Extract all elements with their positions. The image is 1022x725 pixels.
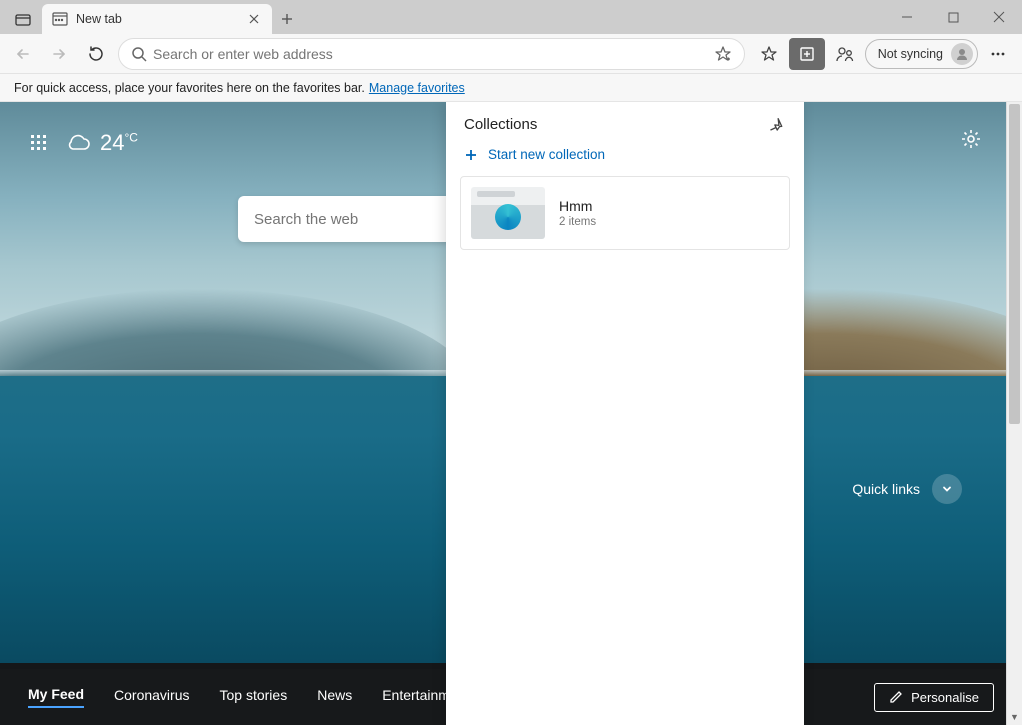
personalise-button[interactable]: Personalise [874, 683, 994, 712]
page-settings-button[interactable] [960, 128, 982, 150]
weather-widget[interactable]: 24°C [64, 130, 138, 156]
back-button [6, 38, 40, 70]
vertical-scrollbar[interactable]: ▼ [1006, 102, 1022, 725]
pencil-icon [889, 690, 903, 704]
app-launcher-icon[interactable] [30, 134, 48, 152]
start-new-collection-button[interactable]: Start new collection [446, 139, 804, 176]
scrollbar-down-arrow[interactable]: ▼ [1007, 709, 1022, 725]
toolbar: Not syncing [0, 34, 1022, 74]
tab-close-icon[interactable] [246, 11, 262, 27]
collection-thumbnail [471, 187, 545, 239]
new-tab-button[interactable] [272, 4, 302, 34]
quick-links-toggle[interactable]: Quick links [852, 474, 962, 504]
window-controls [884, 0, 1022, 34]
chevron-down-icon[interactable] [932, 474, 962, 504]
browser-tab[interactable]: New tab [42, 4, 272, 34]
scrollbar-thumb[interactable] [1009, 104, 1020, 424]
forward-button [42, 38, 76, 70]
weather-temp: 24°C [100, 130, 138, 156]
collections-title: Collections [464, 116, 537, 133]
avatar-icon [951, 43, 973, 65]
manage-favorites-link[interactable]: Manage favorites [369, 81, 465, 95]
search-icon [131, 46, 147, 62]
favorites-bar-text: For quick access, place your favorites h… [14, 81, 365, 95]
plus-icon [464, 148, 478, 162]
feed-tab-top-stories[interactable]: Top stories [220, 687, 288, 707]
profile-switcher-icon[interactable] [827, 38, 863, 70]
tab-title: New tab [76, 12, 246, 26]
tab-favicon [52, 11, 68, 27]
favorites-button[interactable] [751, 38, 787, 70]
address-bar[interactable] [118, 38, 745, 70]
weather-cloud-icon [64, 132, 92, 154]
more-menu-button[interactable] [980, 38, 1016, 70]
collections-button[interactable] [789, 38, 825, 70]
sync-status-button[interactable]: Not syncing [865, 39, 978, 69]
pin-icon[interactable] [770, 117, 786, 133]
collection-name: Hmm [559, 198, 596, 214]
close-window-button[interactable] [976, 2, 1022, 32]
page-content: 24°C Quick links My Feed Coronavirus Top… [0, 102, 1022, 725]
collections-panel: Collections Start new collection Hmm 2 i… [446, 102, 804, 725]
favorite-star-icon[interactable] [714, 45, 732, 63]
collection-count: 2 items [559, 216, 596, 228]
collection-item[interactable]: Hmm 2 items [460, 176, 790, 250]
sync-label: Not syncing [878, 47, 943, 61]
quick-links-label: Quick links [852, 481, 920, 497]
titlebar: New tab [0, 0, 1022, 34]
tab-actions-button[interactable] [6, 6, 40, 34]
minimize-button[interactable] [884, 2, 930, 32]
maximize-button[interactable] [930, 2, 976, 32]
favorites-bar: For quick access, place your favorites h… [0, 74, 1022, 102]
reload-button[interactable] [78, 38, 112, 70]
feed-tab-coronavirus[interactable]: Coronavirus [114, 687, 189, 707]
feed-tab-news[interactable]: News [317, 687, 352, 707]
address-input[interactable] [153, 46, 710, 62]
feed-tab-my-feed[interactable]: My Feed [28, 686, 84, 708]
